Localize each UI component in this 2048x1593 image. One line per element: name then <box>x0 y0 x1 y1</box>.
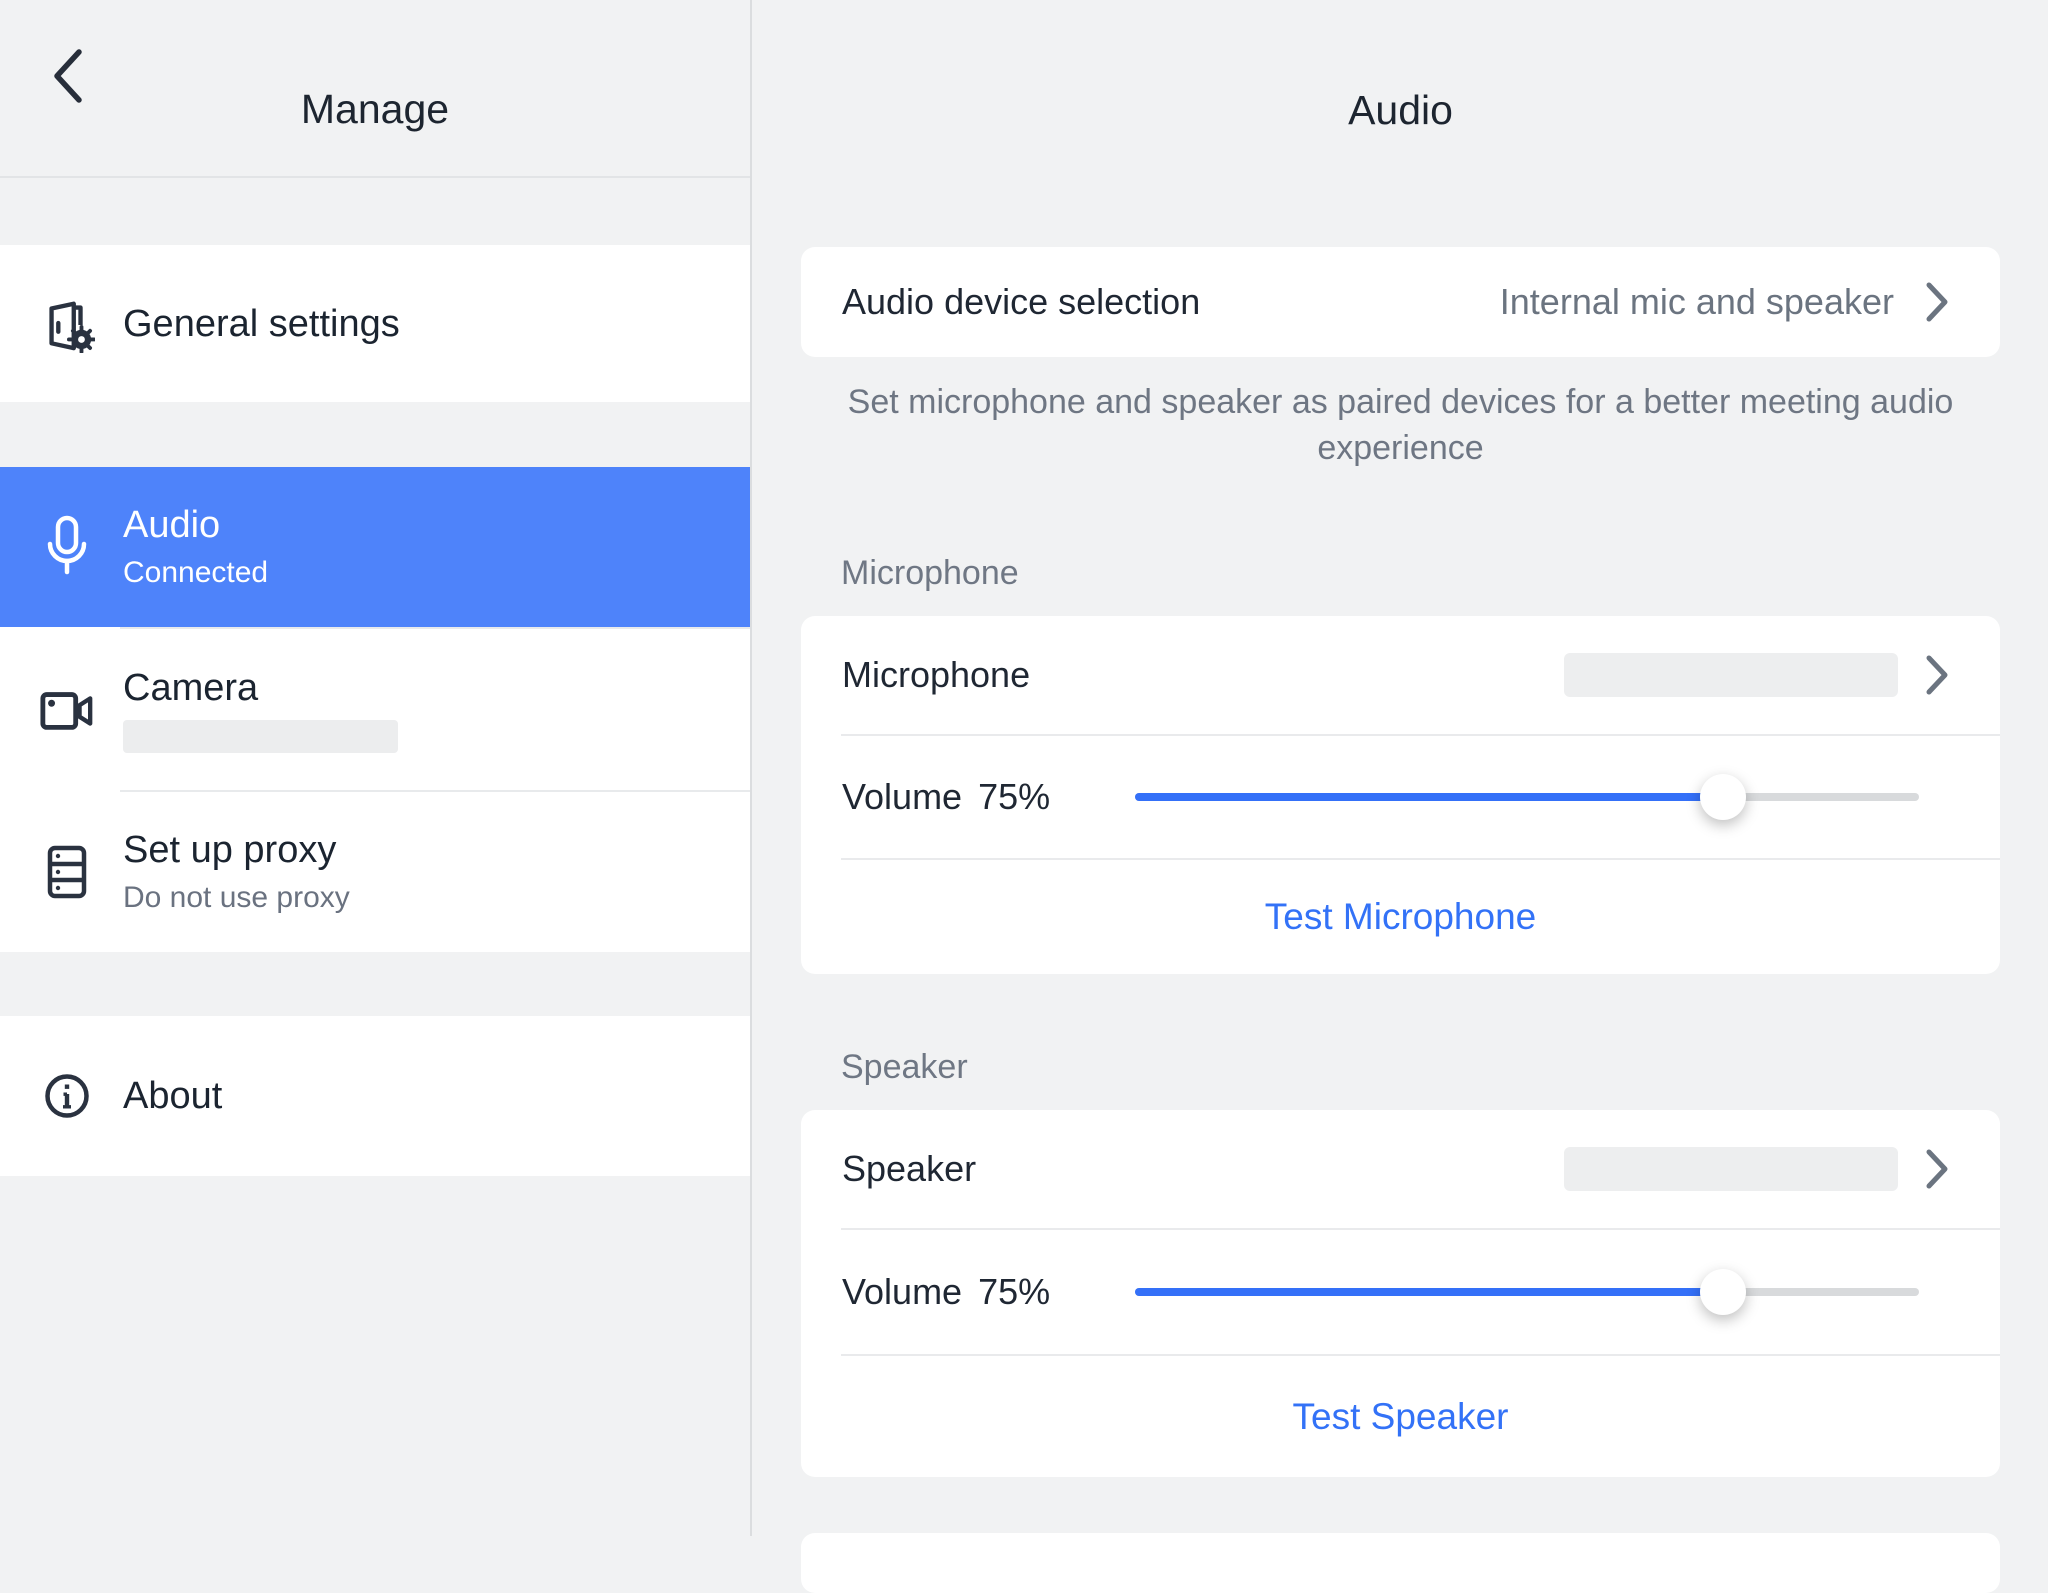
sidebar-menu: General settings Audio Conne <box>0 245 750 1176</box>
volume-label: Volume <box>842 776 962 818</box>
speaker-section-label: Speaker <box>841 1044 2048 1090</box>
sidebar-header: Manage <box>0 0 750 178</box>
chevron-right-icon <box>1924 280 1950 324</box>
sidebar-item-general-settings[interactable]: General settings <box>0 245 750 402</box>
microphone-icon <box>39 514 95 580</box>
speaker-device-row[interactable]: Speaker <box>801 1110 2000 1228</box>
audio-device-selection-row[interactable]: Audio device selection Internal mic and … <box>801 247 2000 357</box>
slider-fill <box>1135 793 1723 801</box>
sidebar-item-label: General settings <box>123 302 400 346</box>
server-icon <box>39 840 95 904</box>
general-settings-icon <box>39 295 95 353</box>
microphone-volume-slider[interactable] <box>1135 774 1919 820</box>
sidebar-group: General settings <box>0 245 750 402</box>
sidebar-item-label: Audio <box>123 503 268 547</box>
microphone-volume-row: Volume 75% <box>801 736 2000 858</box>
microphone-section-label: Microphone <box>841 550 2048 596</box>
sidebar-group: About <box>0 1016 750 1176</box>
sidebar-item-camera[interactable]: Camera <box>0 629 750 790</box>
audio-device-selection-label: Audio device selection <box>842 281 1200 323</box>
sidebar-group: Audio Connected Camera <box>0 467 750 952</box>
sidebar-item-status: Do not use proxy <box>123 880 350 916</box>
sidebar-item-label: Camera <box>123 666 398 710</box>
slider-thumb[interactable] <box>1700 774 1746 820</box>
sidebar-title: Manage <box>0 86 750 133</box>
slider-fill <box>1135 1288 1723 1296</box>
chevron-left-icon <box>48 45 86 107</box>
speaker-device-label: Speaker <box>842 1148 976 1190</box>
sidebar-item-set-up-proxy[interactable]: Set up proxy Do not use proxy <box>0 792 750 952</box>
redacted-camera-name <box>123 720 398 753</box>
sidebar-item-audio[interactable]: Audio Connected <box>0 467 750 627</box>
info-icon <box>39 1072 95 1120</box>
settings-screen: Manage <box>0 0 2048 1536</box>
redacted-speaker-name <box>1564 1147 1898 1191</box>
back-button[interactable] <box>40 37 94 115</box>
audio-device-selection-value: Internal mic and speaker <box>1500 281 1894 323</box>
microphone-test-row: Test Microphone <box>801 860 2000 974</box>
speaker-test-row: Test Speaker <box>801 1356 2000 1477</box>
microphone-card: Microphone Volume 75% <box>801 616 2000 974</box>
video-camera-icon <box>39 687 95 733</box>
speaker-volume-row: Volume 75% <box>801 1230 2000 1354</box>
volume-value: 75% <box>978 1271 1050 1313</box>
chevron-right-icon <box>1924 653 1950 697</box>
test-speaker-button[interactable]: Test Speaker <box>1269 1386 1533 1448</box>
sidebar-item-label: About <box>123 1074 222 1118</box>
microphone-device-label: Microphone <box>842 654 1030 696</box>
volume-label: Volume <box>842 1271 962 1313</box>
sidebar: Manage <box>0 0 752 1536</box>
chevron-right-icon <box>1924 1147 1950 1191</box>
speaker-volume-slider[interactable] <box>1135 1269 1919 1315</box>
sidebar-item-status: Connected <box>123 555 268 591</box>
audio-settings-panel: Audio Audio device selection Internal mi… <box>752 0 2048 1536</box>
microphone-device-row[interactable]: Microphone <box>801 616 2000 734</box>
slider-thumb[interactable] <box>1700 1269 1746 1315</box>
redacted-microphone-name <box>1564 653 1898 697</box>
test-microphone-button[interactable]: Test Microphone <box>1241 886 1560 948</box>
speaker-card: Speaker Volume 75% <box>801 1110 2000 1477</box>
sidebar-item-about[interactable]: About <box>0 1016 750 1176</box>
volume-value: 75% <box>978 776 1050 818</box>
sidebar-item-label: Set up proxy <box>123 828 350 872</box>
device-selection-helper-text: Set microphone and speaker as paired dev… <box>801 379 2000 471</box>
page-title: Audio <box>801 86 2000 134</box>
next-card-partial <box>801 1533 2000 1593</box>
